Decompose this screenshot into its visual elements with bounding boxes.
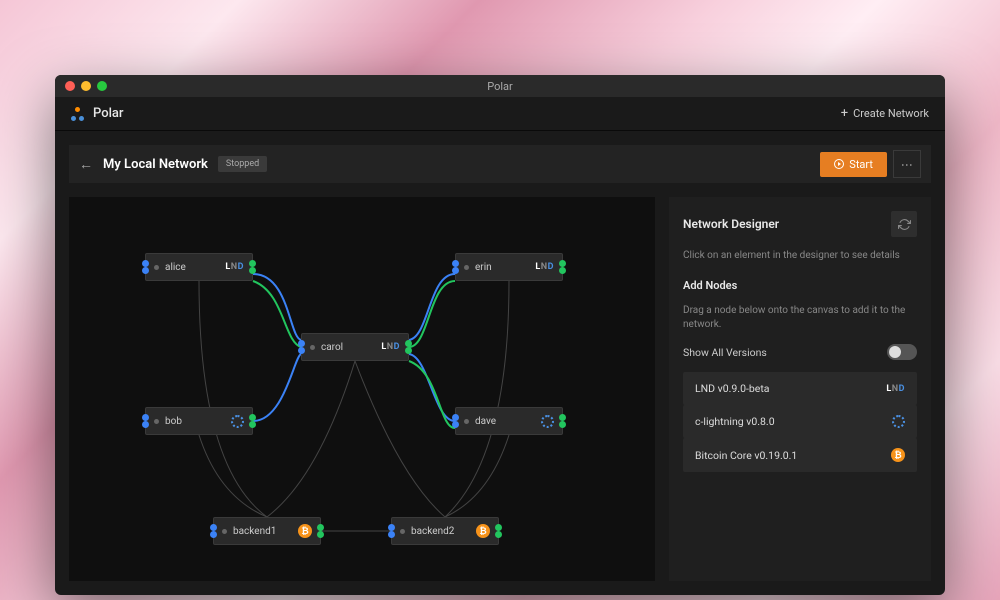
play-icon [834, 159, 844, 169]
port-out[interactable] [317, 524, 324, 531]
canvas-node-erin[interactable]: erinLND [455, 253, 563, 281]
app-brand: Polar [93, 106, 124, 121]
clightning-icon [892, 415, 905, 428]
node-label: bob [165, 416, 231, 427]
port-in[interactable] [142, 267, 149, 274]
traffic-lights [65, 81, 107, 91]
node-label: dave [475, 416, 541, 427]
sidebar-title: Network Designer [683, 217, 779, 231]
network-title: My Local Network [103, 157, 208, 172]
port-in[interactable] [452, 421, 459, 428]
node-status-dot [400, 529, 405, 534]
port-in[interactable] [388, 524, 395, 531]
node-template-label: Bitcoin Core v0.19.0.1 [695, 449, 797, 462]
port-out[interactable] [405, 347, 412, 354]
back-button[interactable]: ← [79, 156, 93, 173]
bitcoin-icon: ₿ [891, 448, 905, 462]
port-in[interactable] [452, 260, 459, 267]
lnd-icon: LND [535, 262, 554, 272]
plus-icon: + [841, 107, 848, 120]
port-in[interactable] [142, 421, 149, 428]
port-out[interactable] [559, 267, 566, 274]
port-in[interactable] [298, 340, 305, 347]
create-network-button[interactable]: + Create Network [841, 107, 929, 120]
port-in[interactable] [298, 347, 305, 354]
node-template-item[interactable]: c-lightning v0.8.0 [683, 405, 917, 438]
node-status-dot [464, 419, 469, 424]
node-template-label: LND v0.9.0-beta [695, 382, 769, 395]
add-nodes-hint: Drag a node below onto the canvas to add… [683, 304, 917, 332]
node-status-dot [154, 265, 159, 270]
canvas-node-dave[interactable]: dave [455, 407, 563, 435]
port-out[interactable] [405, 340, 412, 347]
port-in[interactable] [388, 531, 395, 538]
port-out[interactable] [317, 531, 324, 538]
node-label: carol [321, 342, 381, 353]
network-header: ← My Local Network Stopped Start ⋮ [69, 145, 931, 183]
port-out[interactable] [559, 421, 566, 428]
port-out[interactable] [249, 260, 256, 267]
lnd-icon: LND [886, 384, 905, 394]
more-menu-button[interactable]: ⋮ [893, 150, 921, 178]
canvas-node-bob[interactable]: bob [145, 407, 253, 435]
clightning-icon [541, 415, 554, 428]
node-label: backend2 [411, 526, 476, 537]
bitcoin-icon: ₿ [476, 524, 490, 538]
port-in[interactable] [452, 414, 459, 421]
bitcoin-icon: ₿ [298, 524, 312, 538]
node-label: erin [475, 262, 535, 273]
sidebar: Network Designer Click on an element in … [669, 197, 931, 581]
port-out[interactable] [249, 414, 256, 421]
node-label: backend1 [233, 526, 298, 537]
port-out[interactable] [559, 260, 566, 267]
port-out[interactable] [249, 421, 256, 428]
sidebar-hint: Click on an element in the designer to s… [683, 249, 917, 263]
start-label: Start [849, 158, 873, 171]
refresh-icon [898, 218, 911, 231]
refresh-button[interactable] [891, 211, 917, 237]
port-in[interactable] [452, 267, 459, 274]
start-button[interactable]: Start [820, 152, 887, 177]
port-out[interactable] [495, 531, 502, 538]
canvas-node-alice[interactable]: aliceLND [145, 253, 253, 281]
node-template-label: c-lightning v0.8.0 [695, 415, 775, 428]
node-label: alice [165, 262, 225, 273]
minimize-window-button[interactable] [81, 81, 91, 91]
lnd-icon: LND [381, 342, 400, 352]
node-status-dot [464, 265, 469, 270]
node-status-dot [222, 529, 227, 534]
designer-canvas[interactable]: aliceLNDerinLNDcarolLNDbobdavebackend1₿b… [69, 197, 655, 581]
port-in[interactable] [210, 524, 217, 531]
node-status-dot [310, 345, 315, 350]
port-in[interactable] [142, 414, 149, 421]
lnd-icon: LND [225, 262, 244, 272]
node-template-item[interactable]: Bitcoin Core v0.19.0.1 ₿ [683, 438, 917, 472]
port-out[interactable] [559, 414, 566, 421]
titlebar: Polar [55, 75, 945, 97]
canvas-node-backend1[interactable]: backend1₿ [213, 517, 321, 545]
window-title: Polar [487, 80, 513, 93]
show-versions-label: Show All Versions [683, 346, 767, 359]
app-header: Polar + Create Network [55, 97, 945, 131]
create-network-label: Create Network [853, 107, 929, 120]
canvas-node-carol[interactable]: carolLND [301, 333, 409, 361]
port-out[interactable] [249, 267, 256, 274]
app-logo-icon [71, 107, 85, 121]
app-window: Polar Polar + Create Network ← My Local … [55, 75, 945, 595]
status-badge: Stopped [218, 156, 267, 172]
port-in[interactable] [142, 260, 149, 267]
port-in[interactable] [210, 531, 217, 538]
node-template-item[interactable]: LND v0.9.0-beta LND [683, 372, 917, 405]
clightning-icon [231, 415, 244, 428]
close-window-button[interactable] [65, 81, 75, 91]
canvas-node-backend2[interactable]: backend2₿ [391, 517, 499, 545]
show-versions-toggle[interactable] [887, 344, 917, 360]
maximize-window-button[interactable] [97, 81, 107, 91]
add-nodes-title: Add Nodes [683, 279, 917, 292]
port-out[interactable] [495, 524, 502, 531]
node-status-dot [154, 419, 159, 424]
